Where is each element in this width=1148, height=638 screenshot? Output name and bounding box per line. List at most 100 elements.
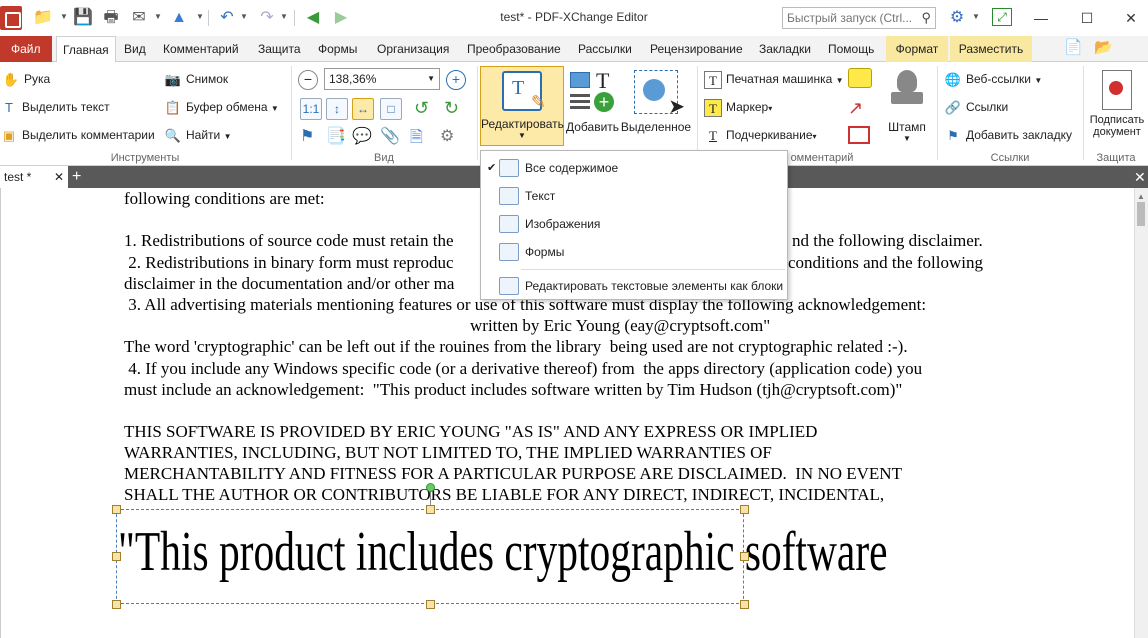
selected-text[interactable]: "This product includes cryptographic sof… bbox=[118, 520, 888, 584]
fit-visible-icon[interactable]: □ bbox=[380, 98, 402, 120]
fit-width-icon[interactable]: ↔ bbox=[352, 98, 374, 120]
tab-home[interactable]: Главная bbox=[56, 36, 116, 63]
document-properties-icon[interactable]: 📄 bbox=[1064, 38, 1083, 56]
select-comments-button[interactable]: ▣ Выделить комментарии bbox=[0, 124, 155, 146]
close-tab-icon[interactable]: ✕ bbox=[54, 166, 64, 188]
hand-tool-button[interactable]: ✋ Рука bbox=[2, 68, 50, 90]
links-button[interactable]: 🔗 Ссылки bbox=[944, 96, 1008, 118]
web-links-button[interactable]: 🌐 Веб-ссылки ▼ bbox=[944, 68, 1042, 90]
document-tab[interactable]: test * ✕ bbox=[0, 166, 68, 188]
tab-protect[interactable]: Защита bbox=[252, 36, 307, 62]
tab-help[interactable]: Помощь bbox=[822, 36, 880, 62]
menu-item-label: Текст bbox=[525, 189, 556, 203]
tab-organize[interactable]: Организация bbox=[371, 36, 455, 62]
pages-icon[interactable]: 📑 bbox=[326, 126, 346, 146]
typewriter-button[interactable]: T Печатная машинка ▼ bbox=[704, 68, 844, 90]
clipboard-button[interactable]: 📋 Буфер обмена ▼ bbox=[164, 96, 279, 118]
scroll-thumb[interactable] bbox=[1137, 202, 1145, 226]
ribbon-tabs: Файл Главная Вид Комментарий Защита Форм… bbox=[0, 36, 1148, 63]
menu-item-forms[interactable]: Формы bbox=[481, 239, 787, 265]
menu-separator bbox=[521, 269, 785, 270]
close-button[interactable]: ✕ bbox=[1116, 8, 1146, 28]
tab-review[interactable]: Рецензирование bbox=[644, 36, 749, 62]
text-cursor-icon: T bbox=[5, 99, 13, 115]
rectangle-icon[interactable] bbox=[848, 126, 870, 144]
tab-comment[interactable]: Комментарий bbox=[157, 36, 245, 62]
snapshot-button[interactable]: 📷 Снимок bbox=[164, 68, 228, 90]
sign-document-button[interactable]: Подписать документ bbox=[1086, 66, 1148, 146]
rotate-right-icon[interactable]: ↻ bbox=[444, 98, 459, 119]
resize-handle[interactable] bbox=[426, 600, 435, 609]
attachment-icon[interactable]: 📎 bbox=[380, 126, 400, 146]
selected-button[interactable]: ➤ Выделенное bbox=[620, 66, 692, 146]
marker-icon: T bbox=[704, 98, 722, 117]
clipboard-label: Буфер обмена bbox=[186, 100, 268, 114]
new-tab-icon[interactable]: + bbox=[72, 166, 86, 188]
resize-handle[interactable] bbox=[426, 505, 435, 514]
actual-size-icon[interactable]: 1:1 bbox=[300, 98, 322, 120]
add-button[interactable]: T + Добавить bbox=[566, 66, 619, 146]
stamp-label: Штамп bbox=[888, 120, 926, 134]
quick-launch-input[interactable]: ⚲ bbox=[782, 7, 936, 29]
comments-icon[interactable]: 💬 bbox=[352, 126, 372, 146]
tab-forms[interactable]: Формы bbox=[312, 36, 363, 62]
tab-mailings[interactable]: Рассылки bbox=[572, 36, 638, 62]
document-tab-label: test * bbox=[4, 170, 32, 184]
resize-handle[interactable] bbox=[740, 600, 749, 609]
selected-object-icon: ➤ bbox=[634, 70, 685, 118]
tab-convert[interactable]: Преобразование bbox=[461, 36, 567, 62]
quick-launch-field[interactable] bbox=[783, 8, 911, 28]
open-folder-icon[interactable]: 📂 bbox=[1094, 38, 1113, 56]
underline-button[interactable]: T Подчеркивание▾ bbox=[704, 124, 817, 146]
find-label: Найти bbox=[186, 128, 221, 142]
marker-label: Маркер bbox=[726, 100, 769, 114]
find-icon: 🔍 bbox=[164, 127, 182, 143]
sticky-note-icon[interactable] bbox=[848, 68, 872, 88]
edit-button[interactable]: T ✎ Редактировать ▼ bbox=[480, 66, 564, 146]
zoom-select[interactable]: 138,36% ▼ bbox=[324, 68, 440, 90]
scroll-up-icon[interactable]: ▲ bbox=[1137, 192, 1145, 201]
add-bookmark-button[interactable]: ⚑ Добавить закладку bbox=[944, 124, 1072, 146]
resize-handle[interactable] bbox=[112, 505, 121, 514]
select-text-button[interactable]: T Выделить текст bbox=[0, 96, 110, 118]
find-button[interactable]: 🔍 Найти ▼ bbox=[164, 124, 232, 146]
tab-arrange[interactable]: Разместить bbox=[950, 36, 1032, 62]
stamp-button[interactable]: Штамп ▼ bbox=[884, 66, 930, 146]
group-separator bbox=[1083, 66, 1084, 160]
properties-icon[interactable]: ⚙ bbox=[440, 126, 454, 146]
vertical-scrollbar[interactable]: ▲ bbox=[1134, 188, 1148, 638]
marker-button[interactable]: T Маркер▾ bbox=[704, 96, 772, 118]
chevron-down-icon: ▼ bbox=[835, 76, 844, 85]
resize-handle[interactable] bbox=[740, 552, 749, 561]
chevron-down-icon[interactable]: ▼ bbox=[972, 12, 980, 21]
fullscreen-icon[interactable]: ⤢ bbox=[992, 8, 1012, 26]
menu-item-edit-as-blocks[interactable]: Редактировать текстовые элементы как бло… bbox=[481, 273, 787, 299]
rotate-left-icon[interactable]: ↺ bbox=[414, 98, 429, 119]
document-line: nd the following disclaimer. bbox=[792, 231, 983, 250]
tab-bookmarks[interactable]: Закладки bbox=[753, 36, 817, 62]
document-line: following conditions are met: bbox=[124, 189, 325, 208]
zoom-out-icon[interactable]: − bbox=[298, 70, 318, 90]
resize-handle[interactable] bbox=[740, 505, 749, 514]
menu-item-images[interactable]: Изображения bbox=[481, 211, 787, 237]
tab-format[interactable]: Формат bbox=[886, 36, 948, 62]
resize-handle[interactable] bbox=[112, 600, 121, 609]
maximize-button[interactable]: ☐ bbox=[1072, 8, 1102, 28]
web-links-label: Веб-ссылки bbox=[966, 72, 1031, 86]
fit-page-icon[interactable]: ↕ bbox=[326, 98, 348, 120]
bookmark-icon[interactable]: ⚑ bbox=[300, 126, 314, 146]
links-label: Ссылки bbox=[966, 100, 1009, 114]
menu-item-all-content[interactable]: ✔ Все содержимое bbox=[481, 155, 787, 181]
tab-file[interactable]: Файл bbox=[0, 36, 52, 62]
arrow-icon[interactable]: ↗ bbox=[848, 98, 863, 119]
search-icon[interactable]: ⚲ bbox=[921, 10, 931, 26]
layers-icon[interactable]: 🗎 bbox=[410, 126, 423, 153]
resize-handle[interactable] bbox=[112, 552, 121, 561]
settings-icon[interactable]: ⚙ bbox=[946, 8, 968, 28]
close-all-icon[interactable]: ✕ bbox=[1134, 166, 1148, 188]
menu-item-text[interactable]: Текст bbox=[481, 183, 787, 209]
tab-view[interactable]: Вид bbox=[118, 36, 152, 62]
minimize-button[interactable]: — bbox=[1026, 8, 1056, 28]
zoom-in-icon[interactable]: + bbox=[446, 70, 466, 90]
rotate-handle[interactable] bbox=[426, 483, 435, 492]
